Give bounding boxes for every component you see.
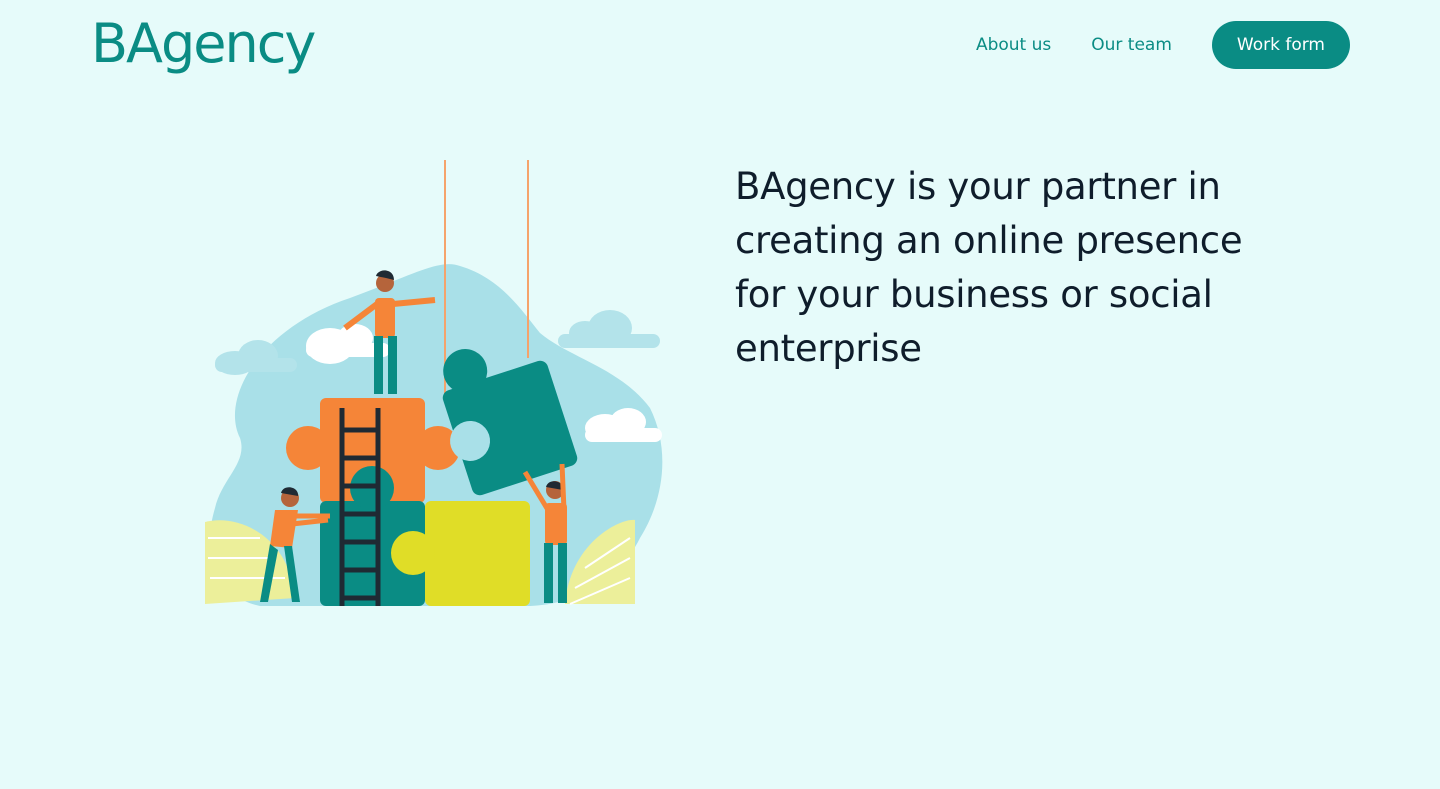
work-form-button[interactable]: Work form bbox=[1211, 21, 1350, 69]
nav-link-our-team[interactable]: Our team bbox=[1091, 35, 1172, 55]
teamwork-puzzle-illustration bbox=[205, 160, 663, 606]
hero-headline: BAgency is your partner in creating an o… bbox=[735, 165, 1243, 370]
landing-page: BAgency About us Our team Work form BAge… bbox=[0, 0, 1440, 789]
cloud-right-top bbox=[558, 310, 660, 348]
brand-logo[interactable]: BAgency bbox=[91, 10, 316, 78]
main-nav: About us Our team Work form bbox=[976, 21, 1350, 69]
nav-link-about-us[interactable]: About us bbox=[976, 35, 1051, 55]
